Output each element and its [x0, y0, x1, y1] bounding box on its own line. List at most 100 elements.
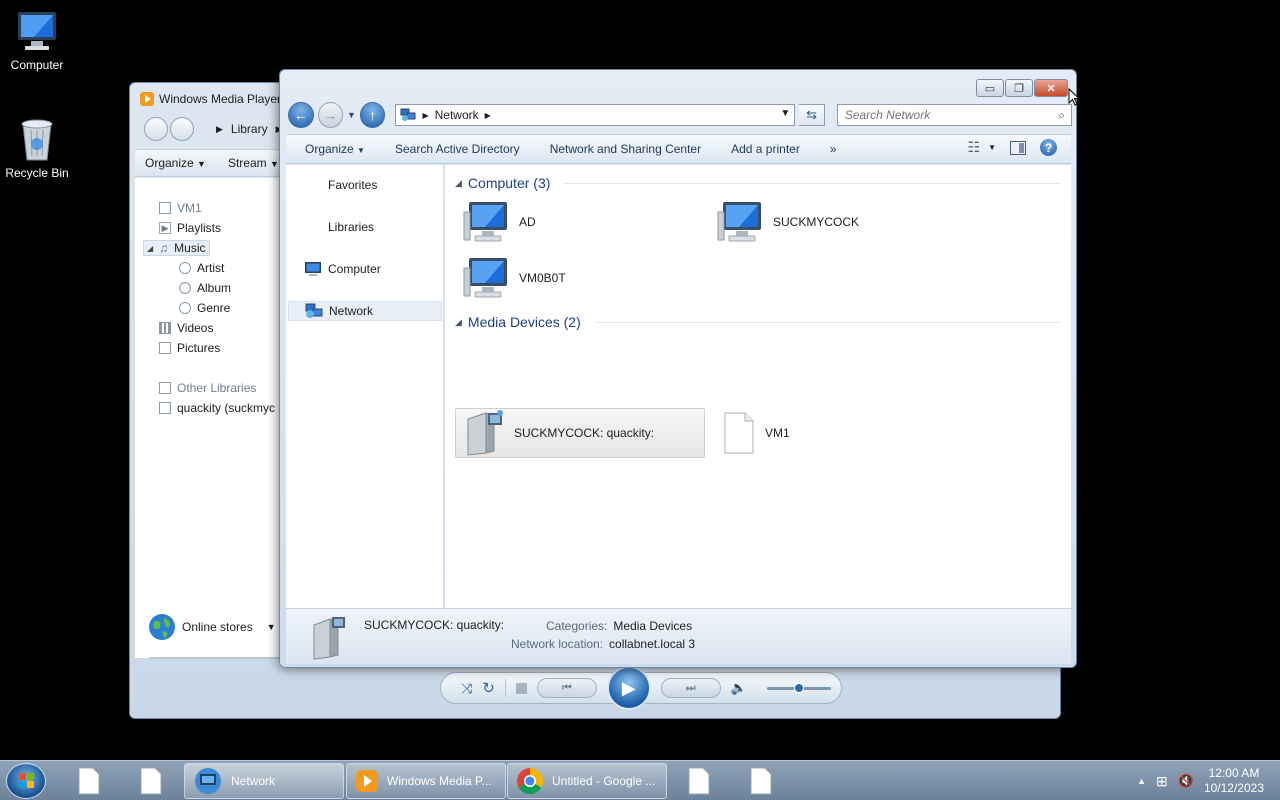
organize-button[interactable]: Organize ▼: [305, 142, 365, 156]
play-button[interactable]: ▶: [606, 666, 651, 710]
maximize-button[interactable]: ❐: [1005, 79, 1033, 97]
file-icon: [724, 412, 754, 454]
taskbar-item-network[interactable]: Network: [184, 763, 344, 799]
clock-date: 10/12/2023: [1203, 781, 1264, 795]
address-bar[interactable]: ▶ Network ▶ ▼: [395, 104, 796, 126]
network-icon: [305, 303, 323, 318]
network-computer-item[interactable]: SUCKMYCOCK: [713, 197, 859, 247]
dropdown-arrow-icon[interactable]: ▼: [267, 622, 276, 632]
wmp-nav-other-libraries[interactable]: Other Libraries: [159, 381, 256, 395]
other-libraries-icon: [159, 382, 171, 394]
network-sharing-center-button[interactable]: Network and Sharing Center: [550, 142, 701, 156]
clock[interactable]: 12:00 AM 10/12/2023: [1204, 766, 1264, 796]
collapse-arrow-icon: ◢: [455, 316, 462, 327]
more-commands-button[interactable]: »: [830, 142, 837, 156]
windows-logo-icon: [19, 773, 34, 788]
group-header-computer[interactable]: ◢ Computer (3): [455, 175, 1061, 191]
volume-muted-icon[interactable]: 🔇: [1178, 773, 1194, 789]
speaker-icon[interactable]: 🔈: [731, 680, 747, 696]
recent-pages-dropdown-icon[interactable]: ▼: [347, 110, 356, 120]
wmp-organize-button[interactable]: Organize ▼: [145, 156, 206, 170]
mouse-cursor-icon: [1068, 88, 1080, 106]
change-view-button[interactable]: ☷ ▼: [968, 139, 996, 156]
chevron-right-icon[interactable]: ▶: [422, 111, 428, 120]
dropdown-arrow-icon: ▼: [197, 159, 206, 169]
search-active-directory-button[interactable]: Search Active Directory: [395, 142, 520, 156]
volume-thumb[interactable]: [793, 682, 804, 693]
wmp-nav-playlists[interactable]: ▶ Playlists: [159, 221, 221, 235]
next-button[interactable]: ⏭: [660, 678, 721, 698]
wmp-nav-videos[interactable]: Videos: [159, 321, 213, 335]
dropdown-arrow-icon: ▼: [988, 143, 996, 152]
wmp-breadcrumb-library[interactable]: Library: [231, 122, 268, 136]
network-status-icon[interactable]: ⊞: [1156, 773, 1168, 790]
wmp-nav-genre[interactable]: Genre: [179, 301, 230, 315]
volume-slider[interactable]: [766, 682, 831, 693]
network-computer-item[interactable]: AD: [459, 197, 536, 247]
navigation-pane: Favorites Libraries Computer Network: [286, 165, 444, 608]
taskbar-item-windows-media-player[interactable]: Windows Media P...: [346, 763, 506, 799]
preview-pane-icon: [1019, 142, 1024, 153]
wmp-online-stores[interactable]: Online stores ▼: [148, 613, 276, 641]
command-bar: Organize ▼ Search Active Directory Netwo…: [286, 134, 1071, 164]
media-device-item[interactable]: SUCKMYCOCK: quackity:: [455, 408, 705, 458]
clock-time: 12:00 AM: [1208, 766, 1260, 780]
wmp-nav-pictures[interactable]: Pictures: [159, 341, 220, 355]
wmp-nav-music[interactable]: ◢ ♫ Music: [143, 240, 210, 256]
pinned-file-icon[interactable]: [138, 767, 164, 795]
refresh-button[interactable]: ⇆: [799, 104, 825, 126]
up-button[interactable]: ↑: [359, 102, 386, 128]
item-label: SUCKMYCOCK: quackity:: [514, 426, 655, 440]
taskbar: Network Windows Media P... Untitled - Go…: [0, 760, 1280, 800]
computer-icon: [305, 262, 321, 276]
search-input[interactable]: [837, 105, 1048, 125]
desktop-icon-recycle-bin[interactable]: Recycle Bin: [0, 116, 74, 180]
address-history-dropdown-icon[interactable]: ▼: [780, 108, 790, 119]
nav-computer[interactable]: Computer: [288, 259, 442, 279]
wmp-nav-album[interactable]: Album: [179, 281, 231, 295]
pinned-file-icon[interactable]: [76, 767, 102, 795]
shuffle-icon[interactable]: ⤨: [461, 680, 472, 697]
wmp-stream-button[interactable]: Stream ▼: [228, 156, 279, 170]
refresh-icon: ⇆: [806, 107, 818, 122]
address-segment-network[interactable]: Network: [435, 108, 479, 122]
start-button[interactable]: [6, 763, 46, 799]
desktop-icon-computer[interactable]: Computer: [0, 10, 74, 72]
collapse-arrow-icon: ◢: [455, 177, 462, 188]
chrome-icon: [517, 767, 544, 795]
network-computer-item[interactable]: VM0B0T: [459, 253, 566, 303]
nav-favorites[interactable]: Favorites: [288, 175, 442, 195]
back-button[interactable]: ←: [288, 102, 314, 128]
wmp-nav-quackity[interactable]: quackity (suckmyc: [159, 401, 275, 415]
computer-icon: [18, 12, 56, 50]
wmp-nav-artist[interactable]: Artist: [179, 261, 224, 275]
play-icon: ▶: [621, 677, 636, 698]
wmp-forward-button[interactable]: [170, 117, 194, 141]
close-button[interactable]: ✕: [1034, 79, 1068, 97]
minimize-button[interactable]: ▭: [976, 79, 1004, 97]
show-hidden-icons-button[interactable]: ▲: [1137, 776, 1146, 786]
previous-button[interactable]: ⏮: [536, 678, 597, 698]
stop-icon[interactable]: [515, 682, 527, 694]
group-header-media-devices[interactable]: ◢ Media Devices (2): [455, 314, 1061, 330]
repeat-icon[interactable]: ↻: [482, 679, 495, 697]
add-printer-button[interactable]: Add a printer: [731, 142, 800, 156]
wmp-nav-vm1[interactable]: VM1: [159, 201, 202, 215]
preview-pane-button[interactable]: [1010, 140, 1026, 155]
pinned-file-icon[interactable]: [686, 767, 712, 795]
forward-button[interactable]: →: [317, 102, 344, 128]
expand-arrow-icon: ◢: [147, 243, 154, 253]
nav-libraries[interactable]: Libraries: [288, 217, 442, 237]
wmp-logo-icon: [356, 770, 378, 792]
pinned-file-icon[interactable]: [748, 767, 774, 795]
wmp-titlebar: Windows Media Player: [140, 92, 281, 106]
wmp-logo-icon: [140, 92, 154, 106]
search-icon[interactable]: ⌕: [1058, 108, 1065, 123]
media-device-item[interactable]: VM1: [717, 408, 790, 458]
taskbar-item-chrome[interactable]: Untitled - Google ...: [507, 763, 667, 799]
close-icon: ✕: [1046, 82, 1056, 95]
nav-network[interactable]: Network: [288, 301, 442, 321]
wmp-back-button[interactable]: [144, 117, 168, 141]
chevron-right-icon[interactable]: ▶: [485, 111, 491, 120]
help-button[interactable]: ?: [1040, 139, 1057, 156]
